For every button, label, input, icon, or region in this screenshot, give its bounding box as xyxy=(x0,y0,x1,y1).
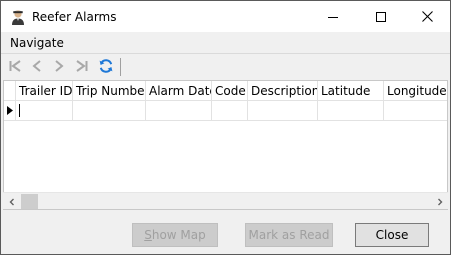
scrollbar-thumb[interactable] xyxy=(21,194,38,209)
skip-last-icon xyxy=(75,59,89,76)
column-header-longitude[interactable]: Longitude xyxy=(384,81,447,101)
title-bar[interactable]: Reefer Alarms xyxy=(1,1,450,32)
skip-first-icon xyxy=(8,59,22,76)
next-record-button[interactable] xyxy=(49,58,69,76)
reefer-alarms-window: Reefer Alarms Navigate Trailer ID Trip N… xyxy=(0,0,451,255)
chevron-left-icon xyxy=(8,195,16,209)
driver-app-icon xyxy=(9,8,27,26)
mark-as-read-button[interactable]: Mark as Read xyxy=(245,223,333,247)
refresh-icon xyxy=(98,58,114,77)
grid-header-row: Trailer ID Trip Number Alarm Date Code D… xyxy=(4,81,447,101)
close-button-label: Close xyxy=(375,228,409,242)
column-header-description[interactable]: Description xyxy=(248,81,318,101)
last-record-button[interactable] xyxy=(72,58,92,76)
show-map-label-rest: how Map xyxy=(151,228,206,242)
text-caret xyxy=(19,104,20,117)
close-icon xyxy=(421,11,433,22)
cell-trailer-id[interactable] xyxy=(16,101,73,121)
header-row-selector xyxy=(4,81,16,101)
show-map-button[interactable]: Show Map xyxy=(132,223,218,247)
minimize-button[interactable] xyxy=(310,1,356,32)
maximize-button[interactable] xyxy=(358,1,404,32)
toolbar-separator xyxy=(120,58,121,76)
cell-alarm-date[interactable] xyxy=(146,101,212,121)
maximize-icon xyxy=(376,11,386,22)
first-record-button[interactable] xyxy=(5,58,25,76)
column-header-alarm-date[interactable]: Alarm Date xyxy=(146,81,212,101)
show-map-mnemonic: S xyxy=(144,228,152,242)
navigation-toolbar xyxy=(1,53,450,79)
column-header-latitude[interactable]: Latitude xyxy=(318,81,384,101)
window-title: Reefer Alarms xyxy=(32,10,117,24)
cell-description[interactable] xyxy=(248,101,318,121)
table-row[interactable] xyxy=(4,101,447,121)
menu-bar: Navigate xyxy=(1,32,450,53)
refresh-button[interactable] xyxy=(96,58,116,76)
menu-navigate[interactable]: Navigate xyxy=(10,36,64,50)
cell-trip-number[interactable] xyxy=(73,101,146,121)
horizontal-scrollbar[interactable] xyxy=(3,192,448,209)
minimize-icon xyxy=(328,12,338,22)
close-button[interactable]: Close xyxy=(355,223,429,247)
chevron-left-icon xyxy=(30,59,44,76)
mark-as-read-label: Mark as Read xyxy=(248,228,330,242)
cell-code[interactable] xyxy=(212,101,248,121)
chevron-right-icon xyxy=(52,59,66,76)
chevron-right-icon xyxy=(436,195,444,209)
scroll-left-button[interactable] xyxy=(3,193,20,210)
previous-record-button[interactable] xyxy=(27,58,47,76)
play-arrow-icon xyxy=(6,104,13,118)
column-header-trailer-id[interactable]: Trailer ID xyxy=(16,81,73,101)
cell-latitude[interactable] xyxy=(318,101,384,121)
close-window-button[interactable] xyxy=(404,1,450,32)
column-header-code[interactable]: Code xyxy=(212,81,248,101)
scroll-right-button[interactable] xyxy=(431,193,448,210)
column-header-trip-number[interactable]: Trip Number xyxy=(73,81,146,101)
alarms-grid: Trailer ID Trip Number Alarm Date Code D… xyxy=(3,80,448,210)
cell-longitude[interactable] xyxy=(384,101,447,121)
current-row-indicator xyxy=(4,101,16,121)
